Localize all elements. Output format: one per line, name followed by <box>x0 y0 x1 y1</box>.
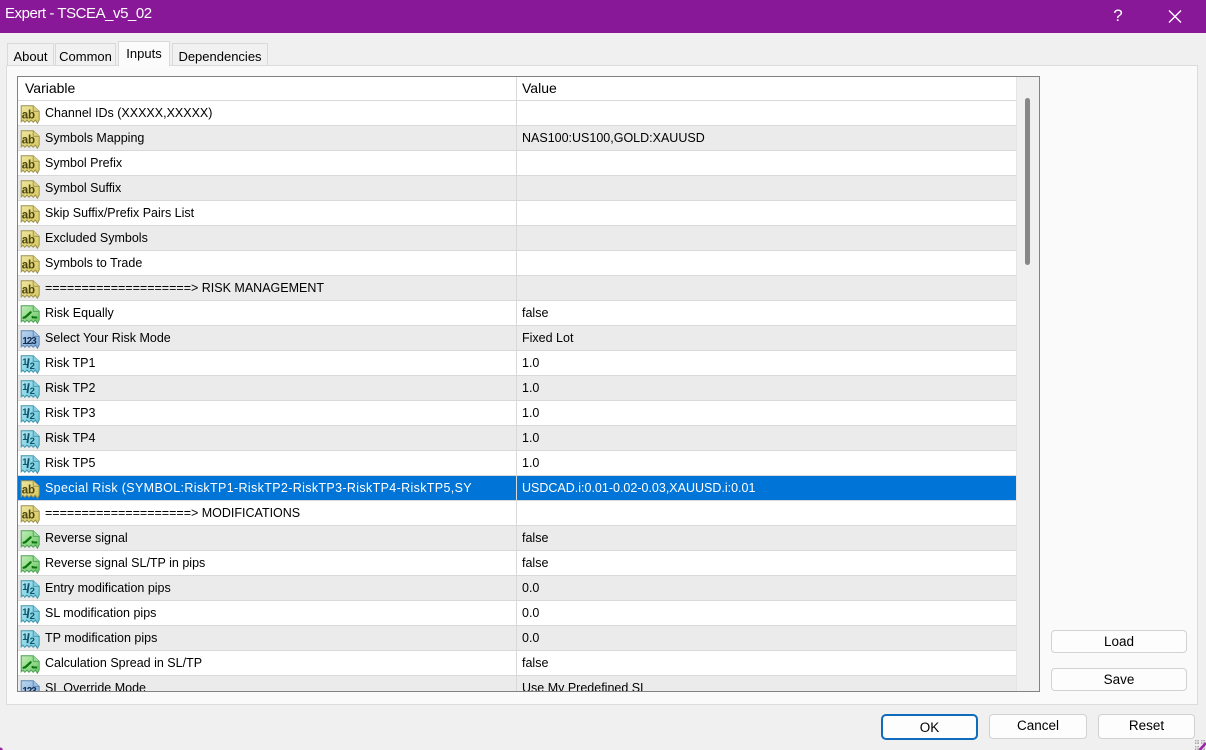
svg-text:ab: ab <box>22 509 35 521</box>
svg-text:ab: ab <box>22 234 35 246</box>
svg-text:2: 2 <box>30 361 35 372</box>
svg-text:123: 123 <box>22 686 37 692</box>
svg-text:2: 2 <box>30 436 35 447</box>
svg-text:ab: ab <box>22 134 35 146</box>
svg-text:ab: ab <box>22 209 35 221</box>
svg-text:2: 2 <box>30 386 35 397</box>
svg-text:ab: ab <box>22 259 35 271</box>
svg-text:ab: ab <box>22 159 35 171</box>
svg-text:ab: ab <box>22 484 35 496</box>
svg-text:ab: ab <box>22 184 35 196</box>
svg-text:2: 2 <box>30 411 35 422</box>
svg-text:2: 2 <box>30 586 35 597</box>
svg-text:2: 2 <box>30 636 35 647</box>
svg-text:2: 2 <box>30 461 35 472</box>
svg-text:ab: ab <box>22 284 35 296</box>
svg-text:2: 2 <box>30 611 35 622</box>
svg-text:123: 123 <box>22 336 37 347</box>
svg-text:ab: ab <box>22 109 35 121</box>
